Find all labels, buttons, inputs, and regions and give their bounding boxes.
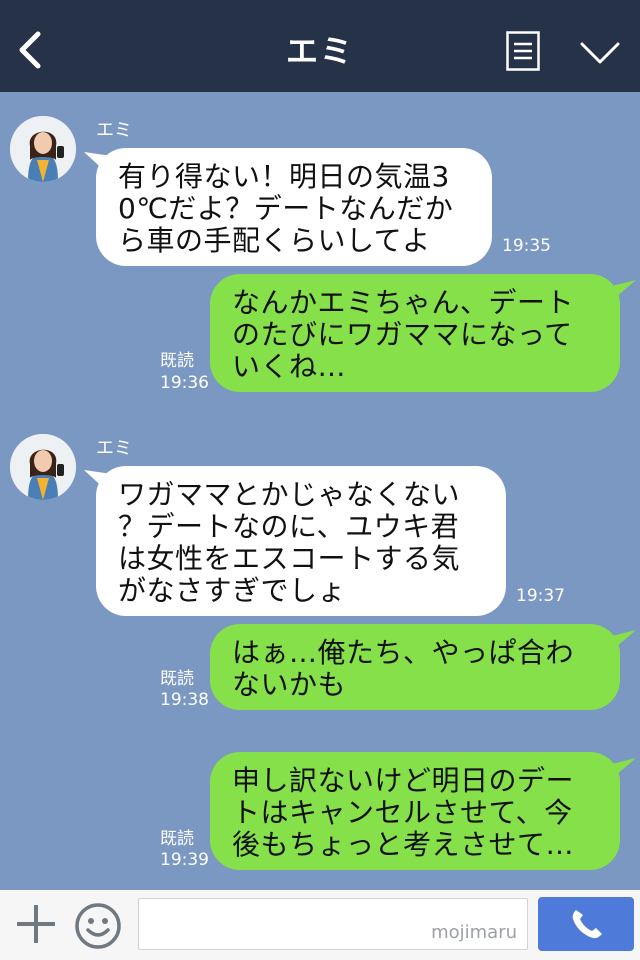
chevron-down-icon[interactable] xyxy=(578,38,622,68)
message-bubble[interactable]: 申し訳ないけど明日のデー トはキャンセルさせて、今 後もちょっと考えさせて… xyxy=(210,752,620,870)
message-time: 19:36 xyxy=(160,373,209,393)
message-input[interactable]: mojimaru xyxy=(138,898,528,950)
smiley-icon[interactable] xyxy=(74,902,122,950)
chat-title: エミ xyxy=(285,32,354,70)
message-time: 19:35 xyxy=(502,236,551,256)
message-bubble[interactable]: はぁ…俺たち、やっぱ合わ ないかも xyxy=(210,624,620,710)
message-bubble[interactable]: なんかエミちゃん、デート のたびにワガママになって いくね… xyxy=(210,274,620,392)
call-button[interactable] xyxy=(538,897,634,951)
phone-icon xyxy=(572,910,602,939)
input-bar: mojimaru xyxy=(0,890,640,960)
read-receipt: 既読 xyxy=(160,829,194,849)
avatar[interactable] xyxy=(10,434,76,500)
sender-name: エミ xyxy=(96,120,132,141)
chat-area[interactable]: エミ 有り得ない！明日の気温3 0℃だよ？デートなんだか ら車の手配くらいしてよ… xyxy=(0,92,640,890)
watermark: mojimaru xyxy=(431,922,517,943)
chat-header: エミ xyxy=(0,0,640,92)
message-bubble[interactable]: ワガママとかじゃなくない ？デートなのに、ユウキ君 は女性をエスコートする気 が… xyxy=(96,466,506,616)
list-icon[interactable] xyxy=(506,31,540,71)
read-receipt: 既読 xyxy=(160,351,194,371)
message-bubble[interactable]: 有り得ない！明日の気温3 0℃だよ？デートなんだか ら車の手配くらいしてよ xyxy=(96,148,492,266)
message-time: 19:37 xyxy=(516,586,565,606)
message-time: 19:38 xyxy=(160,690,209,710)
sender-name: エミ xyxy=(96,438,132,459)
message-time: 19:39 xyxy=(160,850,209,870)
read-receipt: 既読 xyxy=(160,669,194,689)
avatar[interactable] xyxy=(10,116,76,182)
plus-icon[interactable] xyxy=(14,902,58,946)
